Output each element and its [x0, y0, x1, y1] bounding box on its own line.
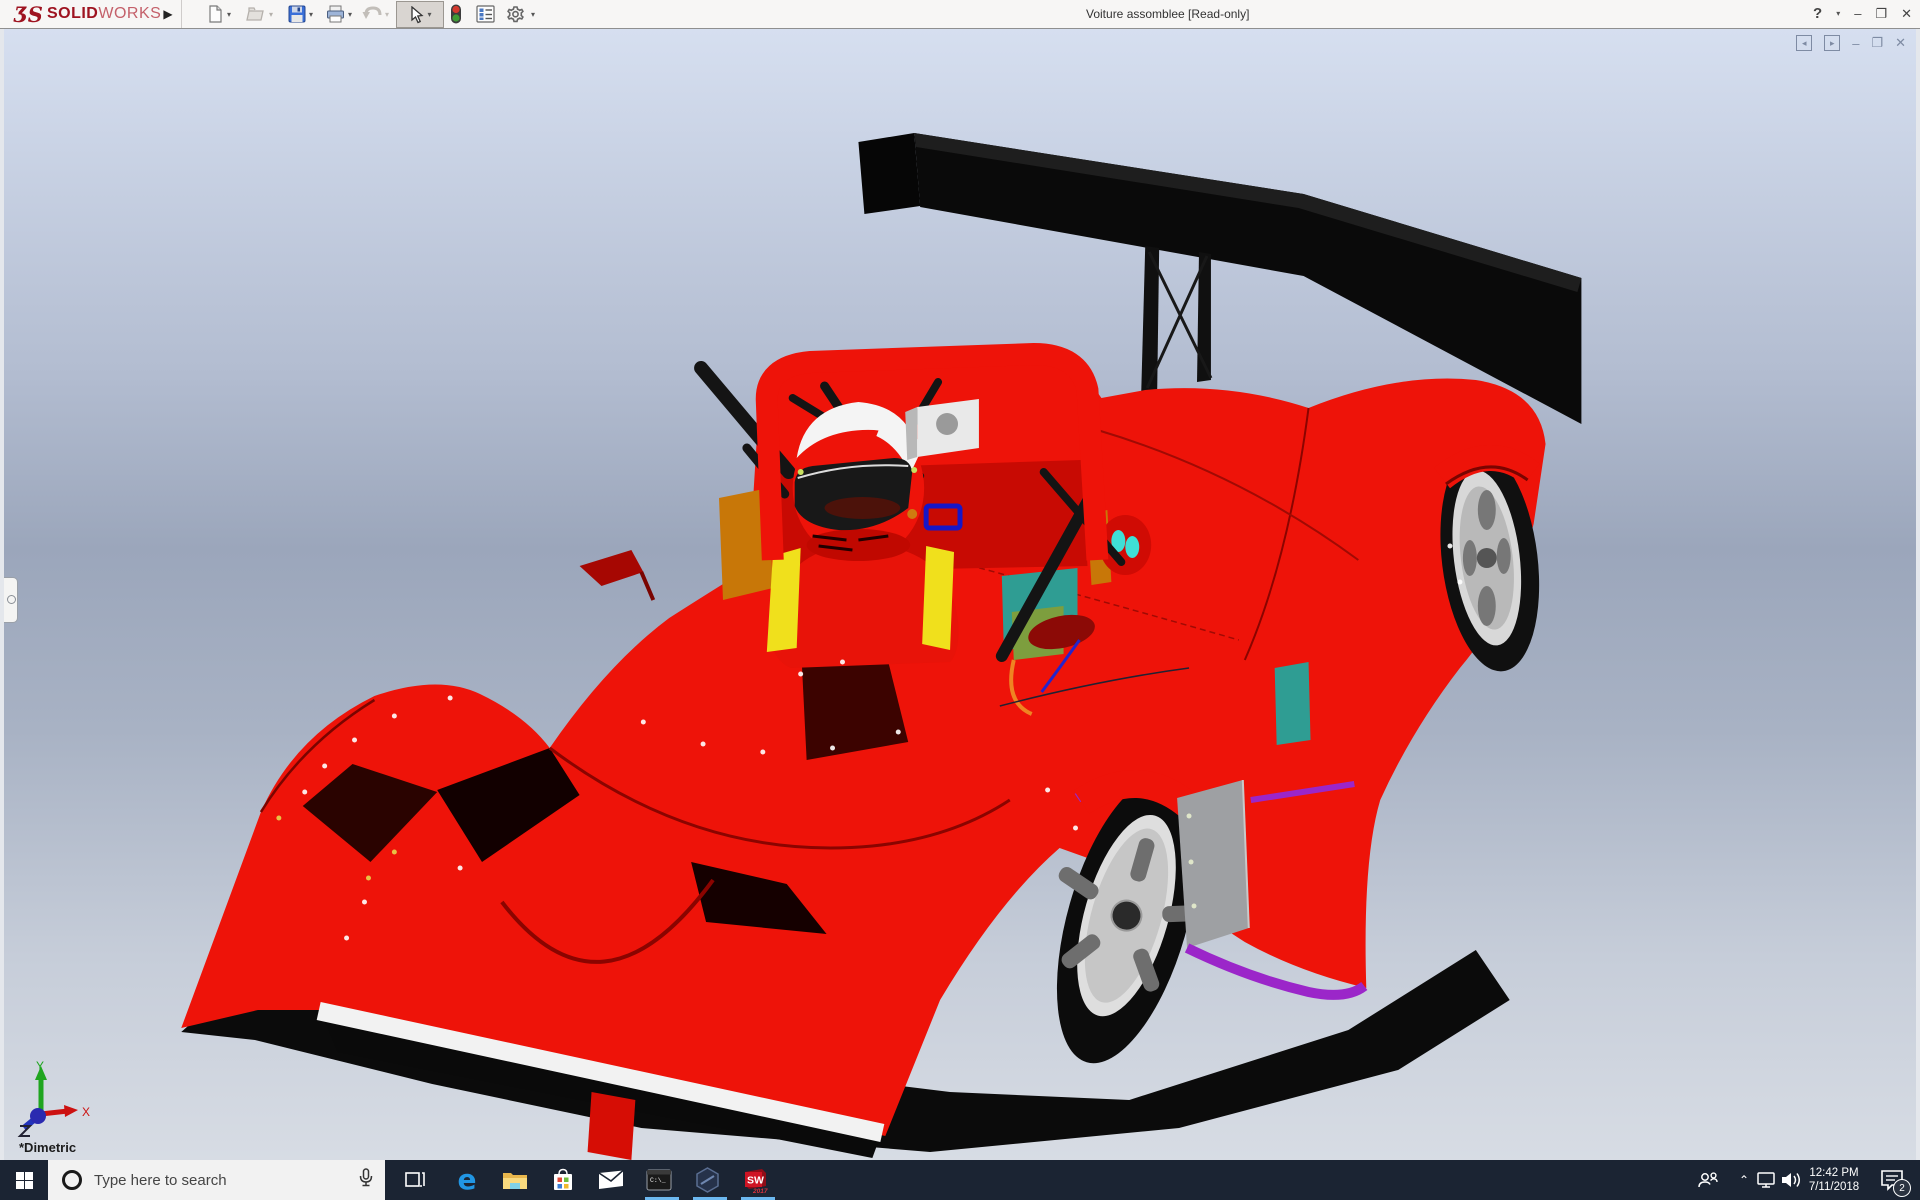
printer-icon	[327, 5, 344, 23]
toolbar-separator	[181, 0, 182, 28]
undo-arrow-icon	[362, 6, 382, 19]
taskbar-item-edrawings[interactable]	[683, 1160, 731, 1200]
search-placeholder-text: Type here to search	[94, 1171, 227, 1189]
solidworks-logo: ƷS SOLID WORKS	[14, 1, 162, 27]
taskbar-item-edge[interactable]: e	[443, 1160, 491, 1200]
close-button[interactable]: ✕	[1901, 0, 1912, 28]
doc-minimize-icon[interactable]: –	[1852, 36, 1859, 51]
window-controls: ? ▾ – ❐ ✕	[1813, 0, 1912, 28]
view-orientation-label: *Dimetric	[19, 1140, 77, 1155]
menu-flyout-arrow-icon[interactable]: ▶	[158, 3, 178, 25]
cmd-prompt-text: C:\_	[650, 1177, 666, 1184]
rebuild-traffic-light-icon	[451, 4, 461, 24]
taskbar: Type here to search e C:\_ SW 2017 ⌃ 12:…	[0, 1160, 1920, 1200]
minimize-button[interactable]: –	[1854, 0, 1861, 28]
tray-network-icon[interactable]	[1752, 1160, 1780, 1200]
pane-previous-icon[interactable]: ◂	[1796, 35, 1813, 51]
tray-time: 12:42 PM	[1809, 1167, 1859, 1179]
tray-people-icon[interactable]	[1694, 1160, 1722, 1200]
file-explorer-icon	[503, 1173, 527, 1189]
taskbar-item-store[interactable]	[539, 1160, 587, 1200]
help-dropdown-icon[interactable]: ▾	[1836, 0, 1840, 28]
windows-logo-icon	[15, 1171, 33, 1189]
save-floppy-icon	[288, 5, 306, 23]
command-prompt-icon: C:\_	[646, 1169, 672, 1191]
doc-close-icon[interactable]: ✕	[1895, 35, 1906, 51]
model-viewport-render[interactable]	[4, 28, 1916, 1160]
file-properties-icon	[476, 5, 495, 23]
doc-restore-icon[interactable]: ❐	[1871, 35, 1883, 51]
tray-clock[interactable]: 12:42 PM 7/11/2018	[1805, 1160, 1863, 1200]
select-cursor-icon	[411, 5, 425, 23]
undo-button[interactable]: ▾	[362, 3, 389, 25]
taskbar-item-task-view[interactable]	[391, 1160, 439, 1200]
side-mirror[interactable]	[579, 550, 656, 601]
brand-works-text: WORKS	[98, 5, 162, 22]
tray-date: 7/11/2018	[1808, 1181, 1860, 1193]
graphics-viewport[interactable]: ◂ ▸ – ❐ ✕ Y X *Dimetric	[0, 28, 1920, 1160]
brand-solid-text: SOLID	[46, 5, 99, 22]
rebuild-button[interactable]	[450, 3, 462, 25]
notification-badge: 2	[1893, 1179, 1911, 1197]
tab-handle-icon	[7, 595, 16, 604]
microphone-icon[interactable]	[359, 1167, 373, 1193]
sw-label: SW	[747, 1175, 764, 1187]
taskbar-item-mail[interactable]	[587, 1160, 635, 1200]
taskbar-search[interactable]: Type here to search	[48, 1160, 385, 1200]
start-button[interactable]	[0, 1160, 48, 1200]
solidworks-2017-icon: SW 2017	[745, 1169, 768, 1195]
pane-next-icon[interactable]: ▸	[1824, 35, 1841, 51]
microsoft-store-icon	[554, 1168, 572, 1190]
title-bar: ƷS SOLID WORKS ▶ ▾ ▾ ▾ ▾ ▾ ▾ ▾ Voiture a…	[0, 0, 1920, 29]
taskbar-item-file-explorer[interactable]	[491, 1160, 539, 1200]
new-button[interactable]: ▾	[206, 3, 231, 25]
gear-icon	[507, 5, 524, 22]
print-button[interactable]: ▾	[326, 3, 352, 25]
tray-volume-icon[interactable]	[1778, 1160, 1806, 1200]
feature-manager-collapsed-tab[interactable]	[4, 577, 18, 623]
orientation-triad: Y X	[17, 1059, 90, 1137]
save-button[interactable]: ▾	[288, 3, 313, 25]
edrawings-hexagon-icon	[695, 1167, 719, 1193]
cortana-icon	[62, 1170, 82, 1190]
taskbar-item-command-prompt[interactable]: C:\_	[635, 1160, 683, 1200]
triad-x-label: X	[82, 1105, 90, 1119]
options-button[interactable]: ▾	[506, 3, 535, 25]
restore-button[interactable]: ❐	[1875, 0, 1887, 28]
open-folder-icon	[246, 7, 264, 21]
document-window-controls: ◂ ▸ – ❐ ✕	[1796, 35, 1906, 51]
sw-year: 2017	[752, 1188, 768, 1195]
new-document-icon	[209, 5, 222, 23]
help-button[interactable]: ?	[1813, 0, 1822, 28]
solidworks-logo-mark-icon: ƷS	[14, 1, 43, 27]
edge-icon: e	[457, 1163, 477, 1196]
select-button[interactable]: ▾	[396, 1, 444, 28]
file-properties-button[interactable]	[476, 3, 495, 25]
triad-y-label: Y	[36, 1059, 44, 1073]
taskbar-item-solidworks[interactable]: SW 2017	[731, 1160, 779, 1200]
window-title: Voiture assomblee [Read-only]	[1086, 7, 1250, 21]
task-view-icon	[405, 1172, 425, 1187]
open-button[interactable]: ▾	[246, 3, 273, 25]
mail-icon	[598, 1170, 624, 1189]
quarter-panel[interactable]	[1177, 779, 1250, 948]
